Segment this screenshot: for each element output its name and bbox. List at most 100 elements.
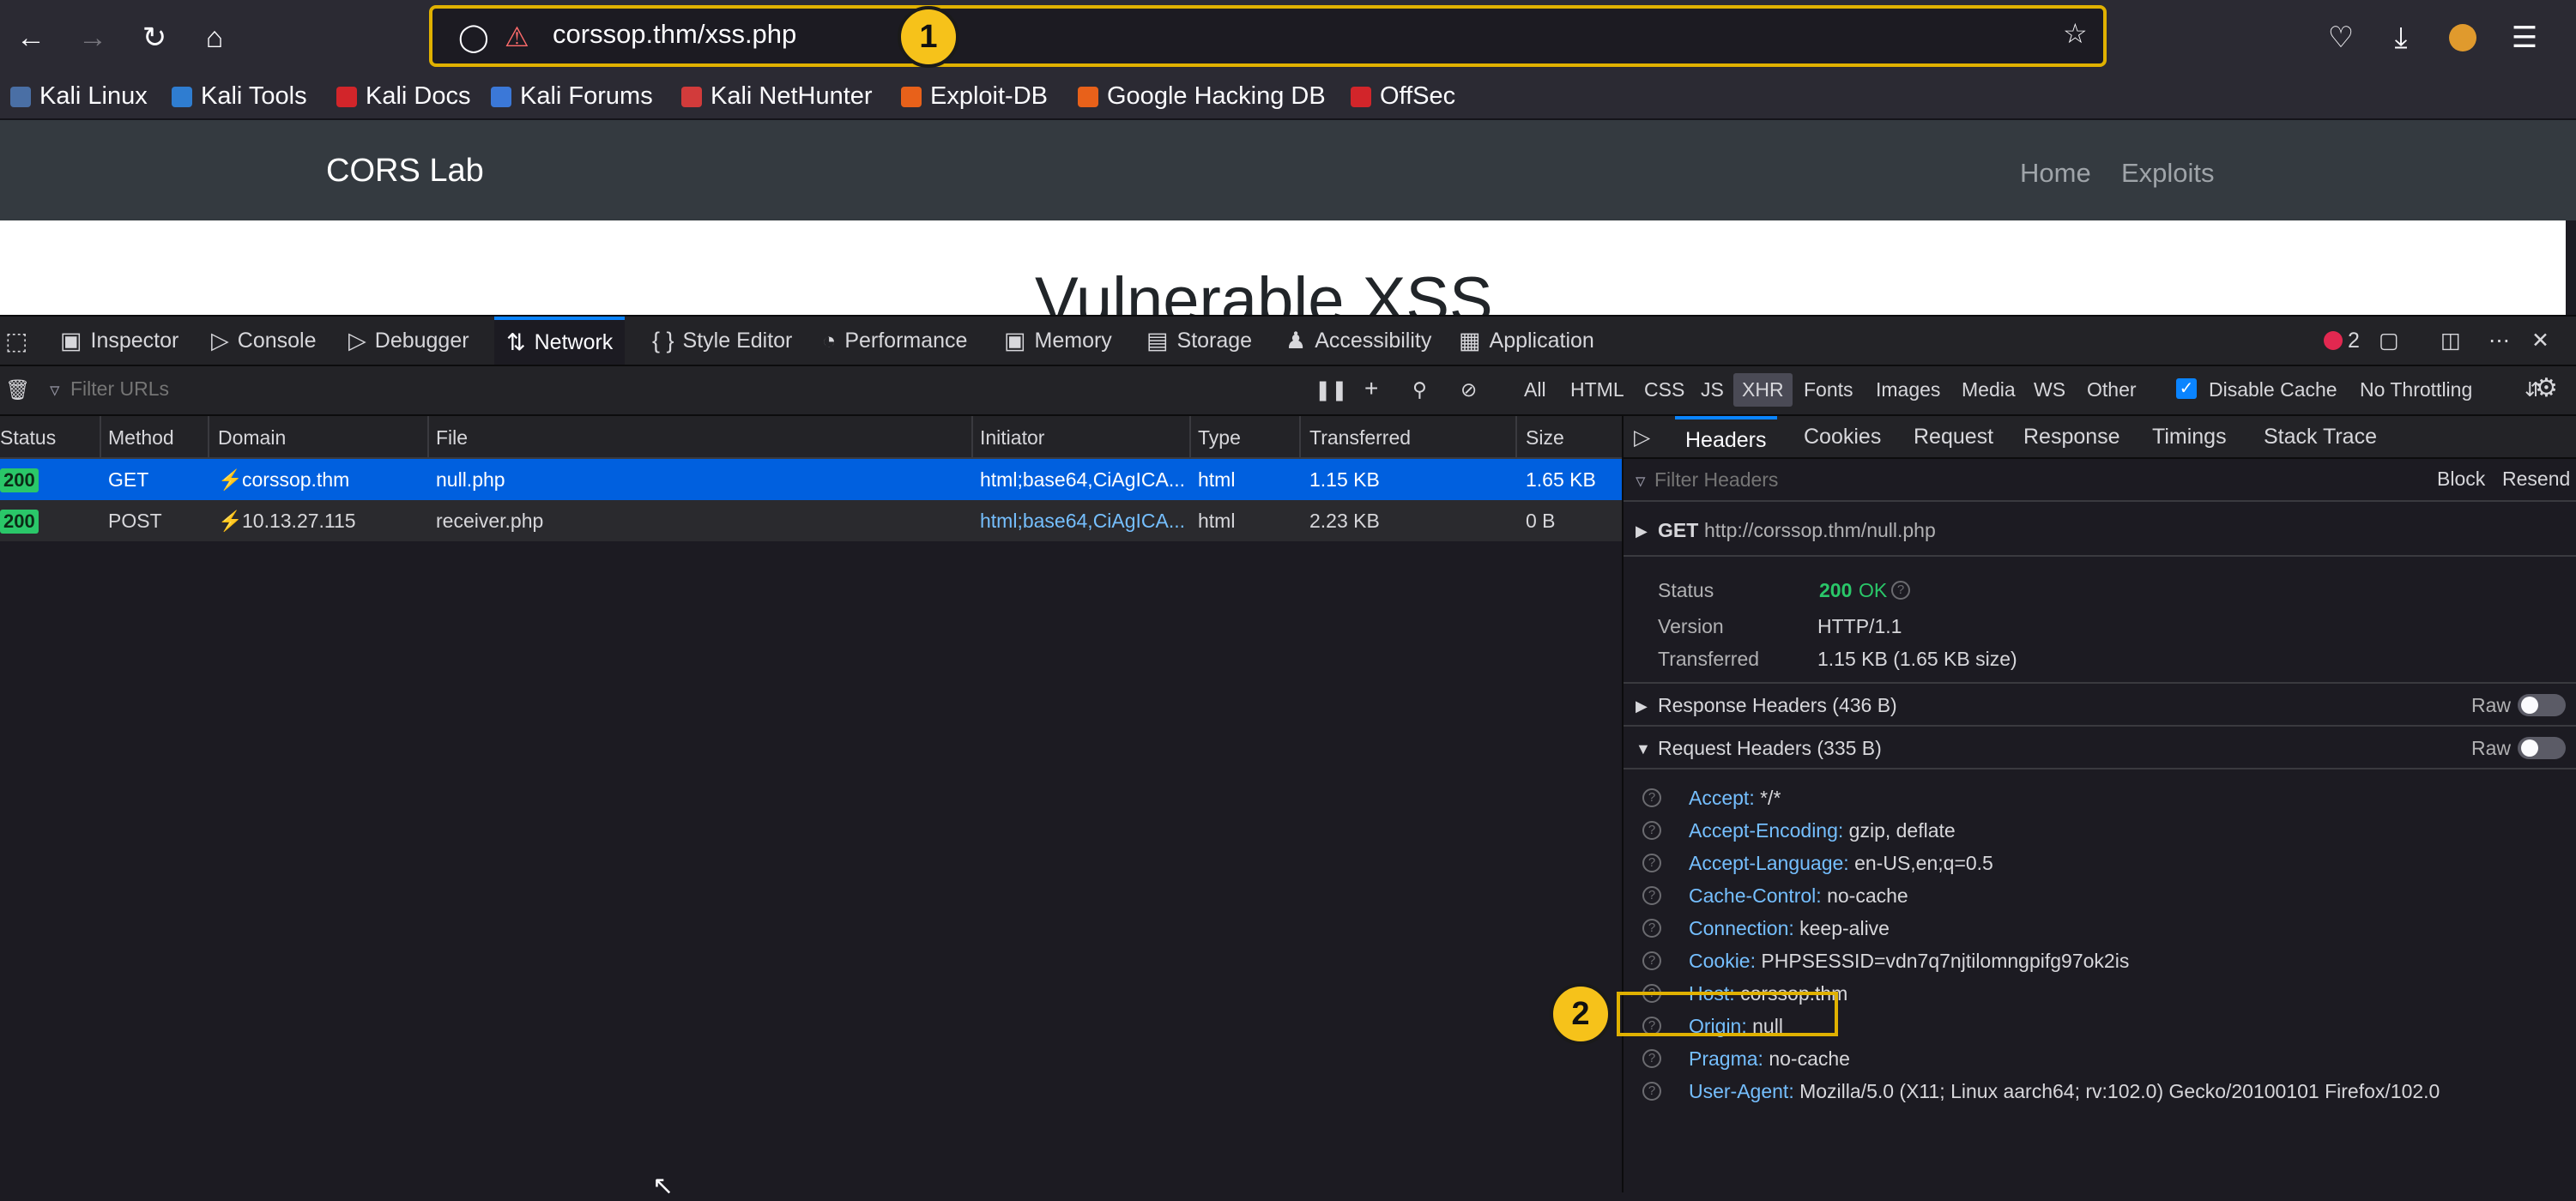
shield-icon[interactable]: ◯ (458, 21, 489, 53)
tab-cookies[interactable]: Cookies (1804, 425, 1881, 450)
pocket-button[interactable]: ♡ (2315, 12, 2367, 63)
collapsed-arrow-icon[interactable]: ▶ (1636, 697, 1648, 715)
bookmark-exploit-db[interactable]: Exploit-DB (901, 82, 1048, 111)
filter-images[interactable]: Images (1876, 378, 1940, 401)
block-icon[interactable]: ⊘ (1460, 378, 1477, 401)
filter-all[interactable]: All (1524, 378, 1546, 401)
table-row[interactable]: 200 POST ⚡ 10.13.27.115 receiver.php htm… (0, 500, 1622, 541)
col-initiator[interactable]: Initiator (980, 426, 1044, 450)
help-icon[interactable]: ? (1642, 1049, 1661, 1068)
filter-js[interactable]: JS (1701, 378, 1724, 401)
col-status[interactable]: Status (0, 426, 56, 450)
insecure-lock-icon[interactable]: ⚠ (505, 21, 529, 53)
bookmark-google-hacking-db[interactable]: Google Hacking DB (1078, 82, 1326, 111)
col-file[interactable]: File (436, 426, 468, 450)
tab-request[interactable]: Request (1914, 425, 1993, 450)
trash-icon[interactable]: 🗑 (5, 378, 30, 401)
bookmark-kali-tools[interactable]: Kali Tools (172, 82, 307, 111)
request-headers-toggle[interactable]: Request Headers (335 B) (1658, 737, 1882, 760)
help-icon[interactable]: ? (1642, 919, 1661, 938)
toggle-sidebar-icon[interactable]: ▷ (1634, 425, 1650, 450)
menu-button[interactable]: ☰ (2499, 12, 2550, 63)
element-picker-button[interactable]: ⬚ (5, 317, 27, 365)
tab-performance[interactable]: ◔ Performance (822, 317, 967, 365)
tab-headers[interactable]: Headers (1675, 416, 1777, 456)
disable-cache-checkbox[interactable]: ✓ (2176, 378, 2197, 399)
add-request-icon[interactable]: + (1364, 375, 1378, 402)
error-icon (2324, 331, 2343, 350)
col-method[interactable]: Method (108, 426, 174, 450)
settings-gear-icon[interactable]: ⚙ (2535, 373, 2558, 403)
help-icon[interactable]: ? (1642, 821, 1661, 840)
filter-ws[interactable]: WS (2034, 378, 2065, 401)
back-button[interactable]: ← (5, 12, 57, 63)
help-icon[interactable]: ? (1642, 1082, 1661, 1101)
table-row[interactable]: 200 GET ⚡ corssop.thm null.php html;base… (0, 459, 1622, 500)
help-icon[interactable]: ? (1642, 854, 1661, 872)
close-devtools-button[interactable]: ✕ (2531, 317, 2549, 365)
tab-style-editor[interactable]: { } Style Editor (652, 317, 792, 365)
filter-media[interactable]: Media (1962, 378, 2016, 401)
forward-button[interactable]: → (67, 12, 118, 63)
request-initiator[interactable]: html;base64,CiAgICA... (980, 468, 1185, 492)
dock-button[interactable]: ◫ (2440, 317, 2461, 365)
home-button[interactable]: ⌂ (189, 12, 240, 63)
filter-xhr[interactable]: XHR (1733, 373, 1793, 407)
help-icon[interactable]: ? (1891, 581, 1910, 600)
pause-icon[interactable]: ❚❚ (1315, 378, 1348, 401)
tab-accessibility[interactable]: ♟ Accessibility (1285, 317, 1431, 365)
filter-other[interactable]: Other (2087, 378, 2137, 401)
bookmark-kali-nethunter[interactable]: Kali NetHunter (681, 82, 873, 111)
nav-home-link[interactable]: Home (2020, 158, 2091, 189)
extensions-button[interactable] (2437, 12, 2488, 63)
url-text[interactable]: corssop.thm/xss.php (553, 19, 796, 50)
site-title[interactable]: CORS Lab (326, 153, 484, 190)
bookmark-offsec[interactable]: OffSec (1351, 82, 1455, 111)
filter-css[interactable]: CSS (1644, 378, 1684, 401)
tab-debugger[interactable]: ▷ Debugger (348, 317, 469, 365)
filter-html[interactable]: HTML (1570, 378, 1624, 401)
bookmark-kali-linux[interactable]: Kali Linux (10, 82, 148, 111)
request-initiator[interactable]: html;base64,CiAgICA... (980, 510, 1185, 533)
block-button[interactable]: Block (2437, 468, 2485, 491)
filter-headers-input[interactable] (1646, 464, 2246, 495)
throttling-select[interactable]: No Throttling (2360, 378, 2472, 401)
tab-memory[interactable]: ▣ Memory (1004, 317, 1112, 365)
bookmark-kali-forums[interactable]: Kali Forums (491, 82, 653, 111)
response-headers-toggle[interactable]: Response Headers (436 B) (1658, 694, 1897, 717)
expand-arrow-icon[interactable]: ▶ (1636, 522, 1648, 540)
col-domain[interactable]: Domain (218, 426, 286, 450)
expanded-arrow-icon[interactable]: ▼ (1636, 740, 1651, 758)
raw-toggle[interactable] (2518, 737, 2566, 759)
tab-network[interactable]: ⇅ Network (494, 317, 626, 365)
help-icon[interactable]: ? (1642, 886, 1661, 905)
raw-toggle[interactable] (2518, 694, 2566, 716)
tab-timings[interactable]: Timings (2152, 425, 2227, 450)
nav-exploits-link[interactable]: Exploits (2121, 158, 2215, 189)
col-size[interactable]: Size (1526, 426, 1564, 450)
more-options-button[interactable]: ⋯ (2488, 317, 2510, 365)
resend-button[interactable]: Resend (2502, 468, 2570, 491)
responsive-mode-button[interactable]: ▢ (2379, 317, 2399, 365)
help-icon[interactable]: ? (1642, 788, 1661, 807)
tab-inspector[interactable]: ▣ Inspector (60, 317, 178, 365)
col-type[interactable]: Type (1198, 426, 1241, 450)
bookmark-star-icon[interactable]: ☆ (2063, 17, 2088, 50)
downloads-button[interactable]: ⤓ (2375, 12, 2427, 63)
tab-stack-trace[interactable]: Stack Trace (2264, 425, 2377, 450)
url-bar[interactable]: ◯ ⚠ corssop.thm/xss.php ☆ (429, 5, 2107, 67)
tab-application[interactable]: ▦ Application (1459, 317, 1594, 365)
kali-forums-icon (491, 86, 511, 107)
search-icon[interactable]: ⚲ (1412, 378, 1427, 401)
bookmark-kali-docs[interactable]: Kali Docs (336, 82, 471, 111)
tab-response[interactable]: Response (2023, 425, 2120, 450)
filter-urls-input[interactable] (62, 373, 422, 404)
request-line-url[interactable]: http://corssop.thm/null.php (1704, 519, 1936, 542)
tab-console[interactable]: ▷ Console (211, 317, 317, 365)
col-transferred[interactable]: Transferred (1309, 426, 1411, 450)
filter-fonts[interactable]: Fonts (1804, 378, 1853, 401)
tab-storage[interactable]: ▤ Storage (1146, 317, 1252, 365)
reload-button[interactable]: ↻ (129, 12, 180, 63)
error-count[interactable]: 2 (2324, 317, 2360, 365)
help-icon[interactable]: ? (1642, 951, 1661, 970)
